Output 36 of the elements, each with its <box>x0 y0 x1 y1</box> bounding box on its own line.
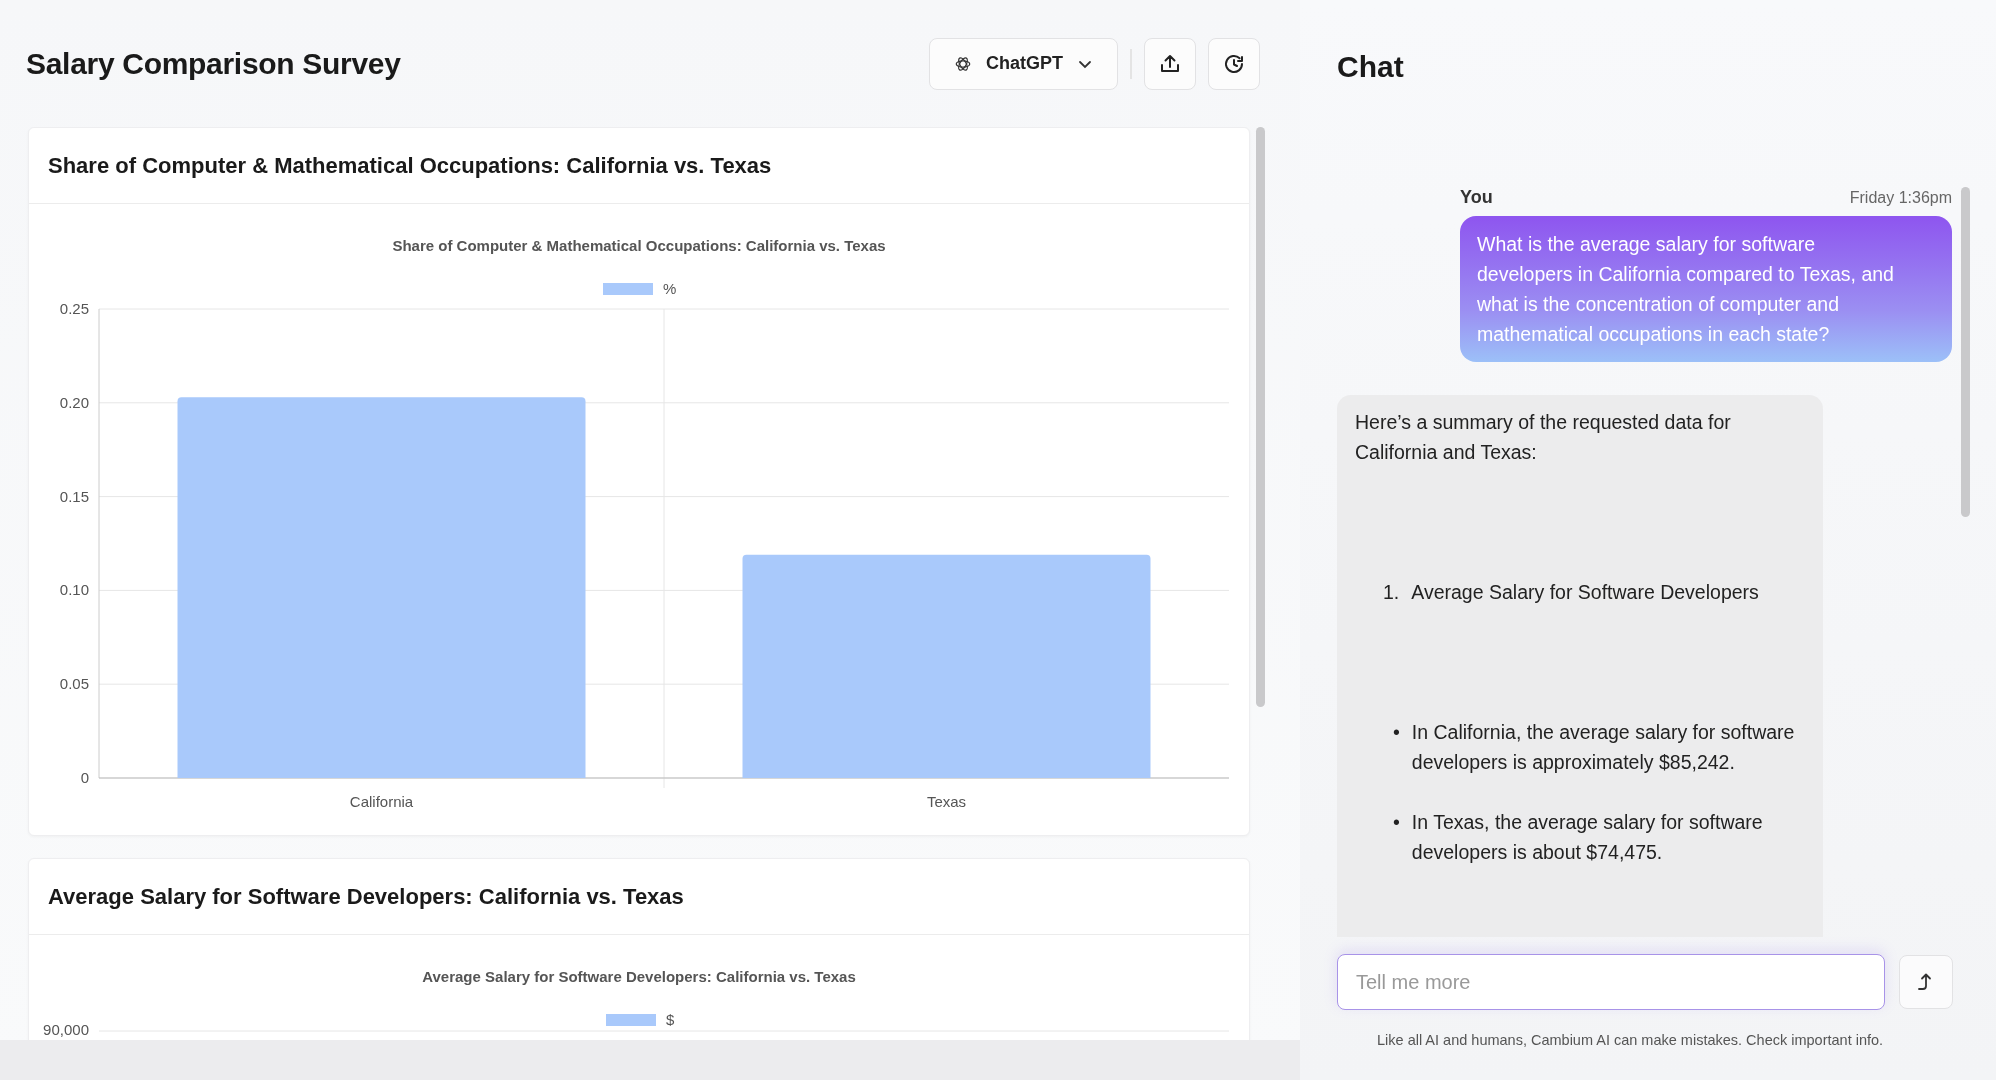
y-axis-label: 0 <box>80 769 89 786</box>
user-message: What is the average salary for software developers in California compared to Texas, and what is the concentration of computer and mathematical occupations in each state? <box>1460 216 1952 362</box>
scrollbar[interactable] <box>1256 127 1265 707</box>
model-dropdown[interactable]: ChatGPT <box>929 37 1118 90</box>
list-number: 1. <box>1383 580 1400 605</box>
card-title: Average Salary for Software Developers: California vs. Texas <box>48 883 684 910</box>
flower-icon <box>954 54 972 73</box>
list-item-text: In Texas, the average salary for software developers is about $74,475. <box>1411 810 1764 865</box>
share-button[interactable] <box>1144 37 1196 90</box>
card-title: Share of Computer & Mathematical Occupations: California vs. Texas <box>48 152 772 179</box>
page-title: Salary Comparison Survey <box>26 46 401 81</box>
message-input-field[interactable]: Tell me more <box>1337 954 1885 1010</box>
list-item-text: Average Salary for Software Developers <box>1411 580 1759 605</box>
message-text: Here’s a summary of the requested data for California and Texas: <box>1355 410 1732 465</box>
y-axis-label: 0.20 <box>59 393 89 411</box>
disclaimer-text: Like all AI and humans, Cambium AI can make mistakes. Check important info. <box>1377 1032 1885 1048</box>
message-time: Friday 1:36pm <box>1849 189 1952 207</box>
history-button[interactable] <box>1208 37 1260 90</box>
message-author: You <box>1460 187 1493 208</box>
y-axis-label: 0.15 <box>59 487 89 505</box>
x-axis-label: California <box>349 793 414 810</box>
chart-title: Average Salary for Software Developers: California vs. Texas <box>422 968 856 985</box>
legend-label: $ <box>666 1011 675 1028</box>
x-axis-label: Texas <box>926 793 967 810</box>
y-axis-label: 90,000 <box>43 1021 89 1038</box>
bullet-mark: • <box>1393 720 1400 745</box>
list-item-text: In California, the average salary for software developers is approximately $85,242. <box>1411 720 1796 775</box>
send-button[interactable] <box>1899 955 1953 1009</box>
legend-label: % <box>663 280 677 297</box>
y-axis-label: 0.25 <box>59 300 89 317</box>
y-axis-label: 0.05 <box>59 675 89 693</box>
scrollbar[interactable] <box>1961 187 1970 517</box>
bullet-mark: • <box>1393 810 1400 835</box>
y-axis-label: 0.10 <box>59 581 89 599</box>
chat-title: Chat <box>1337 50 1405 84</box>
chart-title: Share of Computer & Mathematical Occupations: California vs. Texas <box>392 237 886 254</box>
